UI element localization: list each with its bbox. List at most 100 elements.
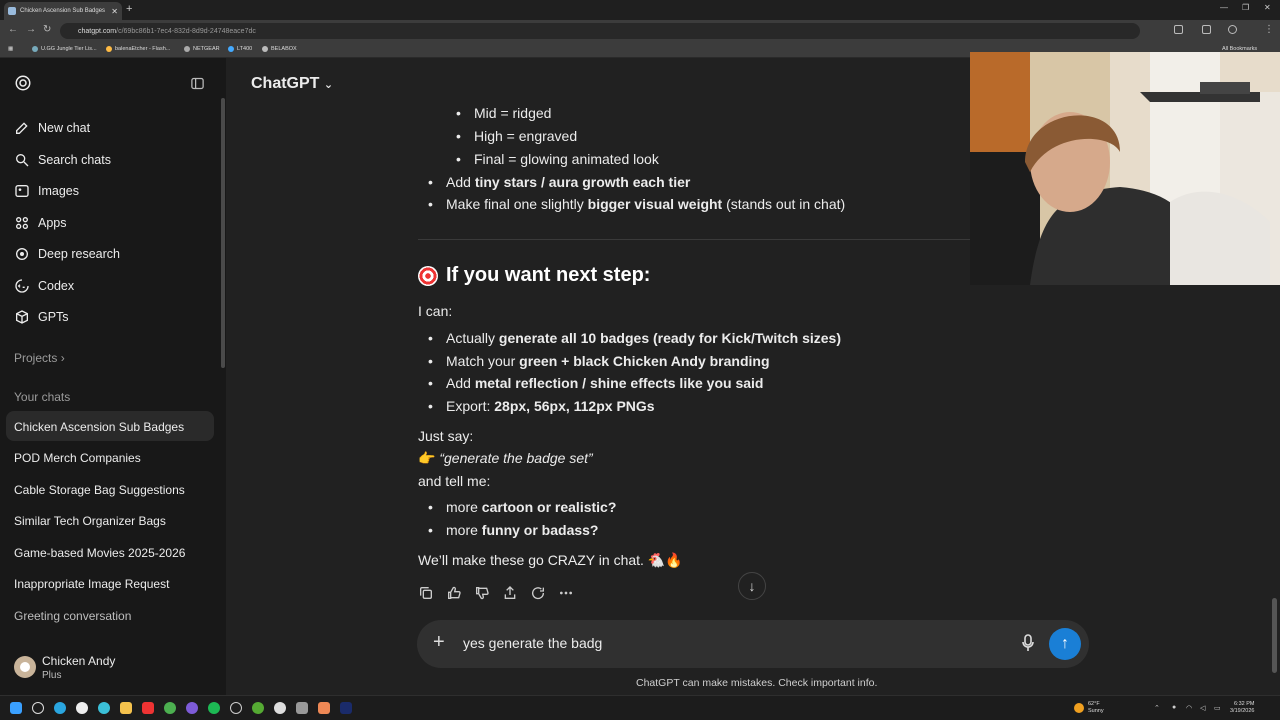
search-icon[interactable] xyxy=(32,702,44,714)
sun-icon xyxy=(1074,703,1084,713)
sidebar-item-images[interactable]: Images xyxy=(14,183,79,199)
sidebar-scrollbar[interactable] xyxy=(221,98,225,368)
chevron-down-icon: ⌄ xyxy=(323,79,334,91)
close-window-icon[interactable]: ✕ xyxy=(1264,3,1271,12)
app-icon[interactable] xyxy=(230,702,242,714)
youtube-icon[interactable] xyxy=(142,702,154,714)
photoshop-icon[interactable] xyxy=(340,702,352,714)
section-heading: If you want next step: xyxy=(418,264,650,287)
sub-bullet: Final = glowing animated look xyxy=(474,151,659,167)
extensions-icon[interactable] xyxy=(1174,25,1183,34)
sidebar-item-search-chats[interactable]: Search chats xyxy=(14,152,111,168)
user-plan: Plus xyxy=(42,670,62,681)
user-name[interactable]: Chicken Andy xyxy=(42,654,115,668)
avatar[interactable] xyxy=(14,656,36,678)
chat-item[interactable]: Greeting conversation xyxy=(14,609,131,623)
sub-bullet: Mid = ridged xyxy=(474,105,551,121)
profile-icon[interactable] xyxy=(1228,25,1237,34)
browser-tab[interactable]: Chicken Ascension Sub Badges ✕ xyxy=(4,2,122,20)
sidebar-item-apps[interactable]: Apps xyxy=(14,215,67,231)
bookmark-item[interactable]: balenaEtcher - Flash... xyxy=(106,46,170,52)
webcam-video-image xyxy=(970,52,1280,285)
close-tab-icon[interactable]: ✕ xyxy=(111,7,118,16)
share-icon[interactable] xyxy=(502,585,518,601)
app-icon[interactable] xyxy=(76,702,88,714)
chat-item[interactable]: Inappropriate Image Request xyxy=(14,577,169,591)
new-tab-button[interactable]: + xyxy=(126,3,132,15)
microphone-icon[interactable] xyxy=(1021,634,1035,652)
apps-grid-icon[interactable]: ▦ xyxy=(8,46,13,52)
regenerate-icon[interactable] xyxy=(530,585,546,601)
tab-title: Chicken Ascension Sub Badges xyxy=(20,8,106,14)
weather-widget[interactable]: 62°F Sunny xyxy=(1074,701,1104,715)
pencil-icon xyxy=(16,122,28,134)
app-icon[interactable] xyxy=(318,702,330,714)
reload-icon[interactable]: ↻ xyxy=(43,24,51,35)
sidebar-item-codex[interactable]: Codex xyxy=(14,278,74,294)
paragraph-just-say: Just say: xyxy=(418,428,474,444)
sidebar-item-gpts[interactable]: GPTs xyxy=(14,309,69,325)
webcam-overlay xyxy=(970,52,1280,285)
bookmark-item[interactable]: NETGEAR xyxy=(184,46,220,52)
add-attachment-icon[interactable]: + xyxy=(433,631,445,654)
bookmark-item[interactable]: U.GG Jungle Tier Lis... xyxy=(32,46,97,52)
copy-icon[interactable] xyxy=(418,585,434,601)
chat-item[interactable]: Similar Tech Organizer Bags xyxy=(14,514,166,528)
chat-item[interactable]: Cable Storage Bag Suggestions xyxy=(14,483,185,497)
model-selector[interactable]: ChatGPT ⌄ xyxy=(251,75,333,93)
sidebar-item-new-chat[interactable]: New chat xyxy=(14,120,90,136)
chatgpt-favicon-icon xyxy=(8,7,16,15)
prompt-input[interactable]: yes generate the badg xyxy=(463,635,602,651)
spotify-icon[interactable] xyxy=(208,702,220,714)
maximize-icon[interactable]: ❐ xyxy=(1242,3,1249,12)
thumbs-up-icon[interactable] xyxy=(446,585,462,601)
discord-icon[interactable] xyxy=(186,702,198,714)
projects-section[interactable]: Projects › xyxy=(14,351,65,365)
chat-item[interactable]: POD Merch Companies xyxy=(14,451,141,465)
send-button[interactable]: ↑ xyxy=(1049,628,1081,660)
bookmark-item[interactable]: LT400 xyxy=(228,46,252,52)
paragraph-and-tell: and tell me: xyxy=(418,473,491,489)
bookmark-item[interactable]: BELABOX xyxy=(262,46,297,52)
address-toolbar: ← → ↻ chatgpt.com/c/69bc86b1-7ec4-832d-8… xyxy=(0,20,1280,42)
file-explorer-icon[interactable] xyxy=(120,702,132,714)
url-host: chatgpt.com xyxy=(78,27,117,35)
list-item: more cartoon or realistic? xyxy=(428,499,616,515)
app-icon[interactable] xyxy=(296,702,308,714)
minimize-icon[interactable]: — xyxy=(1220,3,1228,12)
battery-icon[interactable]: ▭ xyxy=(1214,704,1221,712)
sidebar-item-deep-research[interactable]: Deep research xyxy=(14,246,120,262)
chat-item[interactable]: Chicken Ascension Sub Badges xyxy=(14,420,184,434)
menu-icon[interactable]: ⋮ xyxy=(1264,24,1274,35)
chrome-icon[interactable] xyxy=(164,702,176,714)
chevron-up-icon[interactable]: ⌃ xyxy=(1154,704,1160,712)
url-bar[interactable]: chatgpt.com/c/69bc86b1-7ec4-832d-8d9d-24… xyxy=(60,23,1140,39)
closing-line: We’ll make these go CRAZY in chat. 🐔🔥 xyxy=(418,552,683,568)
openai-logo-icon[interactable] xyxy=(14,74,32,92)
clock[interactable]: 6:32 PM 3/19/2026 xyxy=(1230,701,1254,715)
volume-icon[interactable]: ◁ xyxy=(1200,704,1205,712)
chat-item[interactable]: Game-based Movies 2025-2026 xyxy=(14,546,185,560)
tray-icon[interactable]: ● xyxy=(1172,704,1176,711)
edge-icon[interactable] xyxy=(54,702,66,714)
app-icon[interactable] xyxy=(252,702,264,714)
downloads-icon[interactable] xyxy=(1202,25,1211,34)
main-scrollbar[interactable] xyxy=(1272,598,1277,673)
bullet-tiny-stars: Add tiny stars / aura growth each tier xyxy=(428,174,690,190)
windows-taskbar: 62°F Sunny ⌃ ● ◠ ◁ ▭ 6:32 PM 3/19/2026 xyxy=(0,695,1280,720)
toggle-sidebar-icon[interactable] xyxy=(190,76,205,91)
wifi-icon[interactable]: ◠ xyxy=(1186,704,1192,712)
arrow-up-icon: ↑ xyxy=(1061,635,1069,652)
scroll-down-button[interactable]: ↓ xyxy=(738,572,766,600)
start-icon[interactable] xyxy=(10,702,22,714)
forward-icon[interactable]: → xyxy=(26,24,36,35)
more-icon[interactable] xyxy=(558,585,574,601)
quote-line: 👉 “generate the badge set” xyxy=(418,450,593,466)
back-icon[interactable]: ← xyxy=(8,24,18,35)
thumbs-down-icon[interactable] xyxy=(474,585,490,601)
chatgpt-taskbar-icon[interactable] xyxy=(274,702,286,714)
app-icon[interactable] xyxy=(98,702,110,714)
divider xyxy=(418,239,978,240)
chevron-right-icon: › xyxy=(60,351,65,365)
url-path: /c/69bc86b1-7ec4-832d-8d9d-24748eace7dc xyxy=(116,27,256,35)
